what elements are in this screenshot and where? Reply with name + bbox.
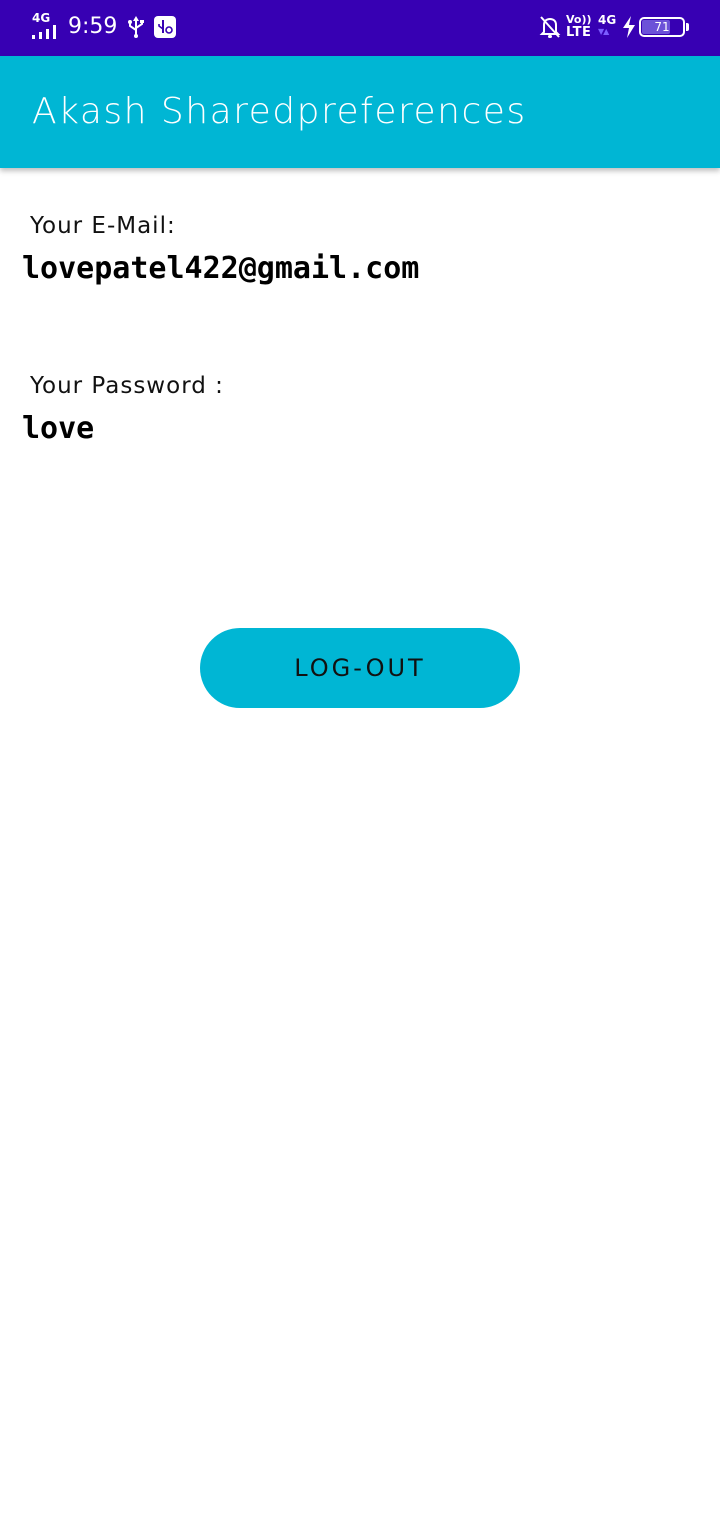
notifications-muted-icon <box>538 14 562 44</box>
usb-icon <box>126 16 146 42</box>
screen: 4G 9:59 Vo)) LTE 4G ▼▲ 71 Akash Sharedpr… <box>0 0 720 1520</box>
email-label: Your E-Mail: <box>30 213 176 239</box>
data-arrows-icon: ▼▲ <box>598 27 609 36</box>
app-bar: Akash Sharedpreferences <box>0 56 720 168</box>
logout-button[interactable]: LOG-OUT <box>200 628 520 708</box>
volte-bottom-label: LTE <box>566 25 592 40</box>
battery-icon: 71 <box>639 17 685 37</box>
mobile-data-icon: 4G ▼▲ <box>598 13 620 43</box>
app-title: Akash Sharedpreferences <box>32 91 527 132</box>
battery-level: 71 <box>654 20 670 34</box>
signal-icon: 4G <box>32 12 62 40</box>
charging-bolt-icon <box>622 16 636 42</box>
usb-debugging-icon <box>154 16 176 38</box>
password-label: Your Password : <box>30 373 224 399</box>
network-type-label: 4G <box>32 11 51 25</box>
battery-nub <box>686 23 689 31</box>
data-type-label: 4G <box>598 13 617 27</box>
status-bar: 4G 9:59 Vo)) LTE 4G ▼▲ 71 <box>0 0 720 56</box>
clock-time: 9:59 <box>68 14 118 39</box>
email-value: lovepatel422@gmail.com <box>22 251 420 286</box>
volte-icon: Vo)) LTE <box>566 13 596 43</box>
password-value: love <box>22 411 95 446</box>
